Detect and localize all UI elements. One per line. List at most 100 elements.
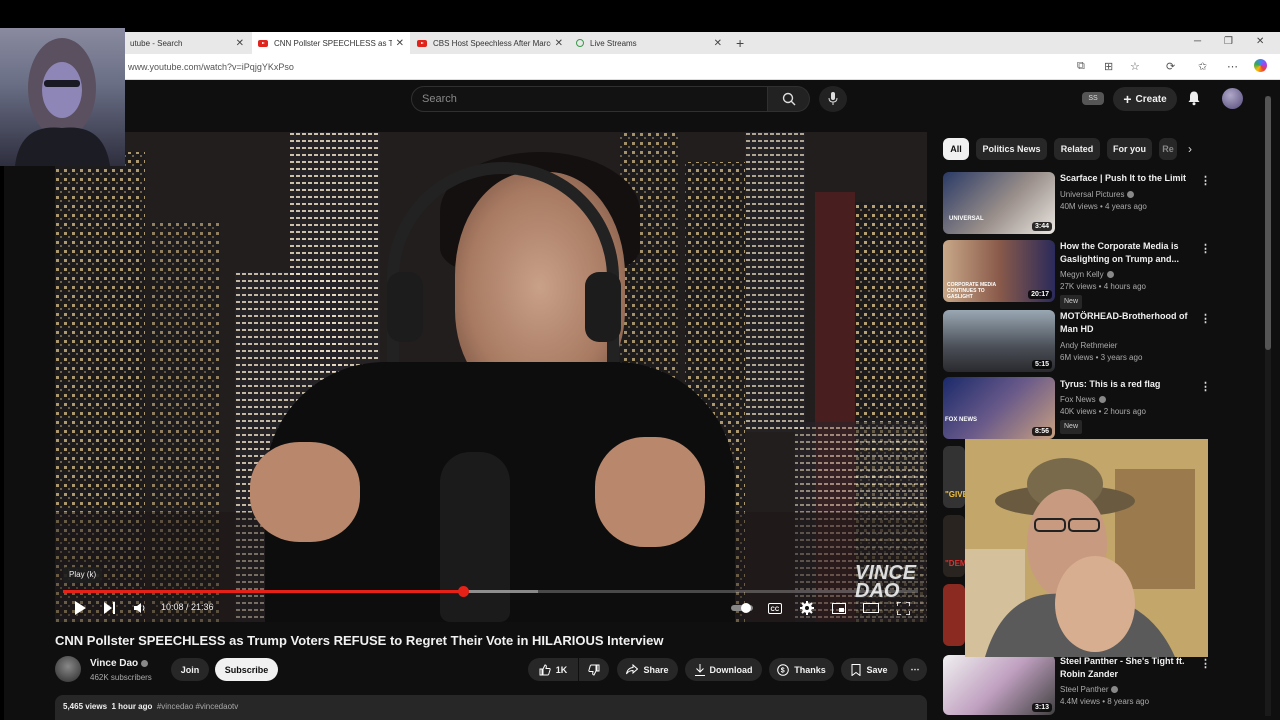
rec-more-icon[interactable]: ⋮ — [1200, 242, 1211, 255]
create-label: Create — [1135, 93, 1167, 105]
close-icon[interactable]: ✕ — [396, 38, 404, 49]
rec-duration: 8:56 — [1031, 427, 1052, 436]
rec-thumbnail[interactable]: UNIVERSAL 3:44 — [943, 172, 1055, 234]
share-button[interactable]: Share — [617, 658, 678, 681]
theater-mode-button[interactable] — [863, 600, 879, 616]
restore-icon[interactable]: ❐ — [1224, 36, 1233, 47]
rec-thumbnail[interactable]: FOX NEWS 8:56 — [943, 377, 1055, 439]
headphone-earcup-left — [387, 272, 423, 342]
chip-politics-news[interactable]: Politics News — [976, 138, 1047, 160]
subscribe-button[interactable]: Subscribe — [215, 658, 278, 681]
new-badge: New — [1060, 295, 1083, 309]
rec-meta: 27K views • 4 hours ago — [1060, 282, 1146, 291]
tab-youtube-search[interactable]: utube - Search ✕ — [124, 32, 250, 54]
rec-channel[interactable]: Fox News — [1060, 395, 1096, 404]
thumb-text: CORPORATE MEDIA CONTINUES TO GASLIGHT — [947, 282, 996, 300]
chevron-right-icon[interactable]: › — [1188, 142, 1192, 156]
rec-more-icon[interactable]: ⋮ — [1200, 380, 1211, 393]
rec-channel[interactable]: Universal Pictures — [1060, 190, 1124, 199]
tab-cbs-host[interactable]: CBS Host Speechless After Marco ✕ — [411, 32, 569, 54]
rec-title[interactable]: MOTÖRHEAD-Brotherhood of Man HD — [1060, 310, 1190, 336]
rec-channel[interactable]: Megyn Kelly — [1060, 270, 1104, 279]
presenter-hand-right — [595, 437, 705, 547]
progress-bar[interactable] — [63, 586, 918, 597]
open-external-icon[interactable]: ⧉ — [1077, 60, 1085, 73]
close-icon[interactable]: ✕ — [236, 38, 244, 49]
copilot-icon[interactable] — [1254, 59, 1267, 72]
volume-button[interactable] — [132, 600, 148, 616]
thumbs-up-icon — [539, 663, 551, 675]
minimize-icon[interactable]: ─ — [1194, 36, 1201, 47]
rec-meta: 40K views • 2 hours ago — [1060, 407, 1146, 416]
chip-all[interactable]: All — [943, 138, 969, 160]
rec-info: Steel Panther 4.4M views • 8 years ago — [1060, 684, 1149, 708]
close-icon[interactable]: ✕ — [555, 38, 563, 49]
chip-related[interactable]: Related — [1054, 138, 1100, 160]
miniplayer-button[interactable] — [831, 600, 847, 616]
rec-more-icon[interactable]: ⋮ — [1200, 657, 1211, 670]
play-button[interactable] — [72, 600, 88, 616]
chip-for-you[interactable]: For you — [1107, 138, 1152, 160]
rec-title[interactable]: How the Corporate Media is Gaslighting o… — [1060, 240, 1190, 266]
dislike-button[interactable] — [579, 658, 609, 681]
window-close-icon[interactable]: ✕ — [1256, 36, 1264, 47]
next-button[interactable] — [102, 600, 118, 616]
rec-title[interactable]: Tyrus: This is a red flag — [1060, 378, 1190, 391]
save-bookmark-icon — [851, 663, 861, 676]
autoplay-toggle[interactable] — [730, 600, 754, 616]
captions-button[interactable]: CC — [767, 600, 783, 616]
rec-duration: 3:13 — [1031, 703, 1052, 712]
channel-name-text: Vince Dao — [90, 658, 139, 669]
page-scrollbar-thumb[interactable] — [1265, 96, 1271, 350]
notifications-bell-icon[interactable] — [1186, 90, 1202, 106]
rec-more-icon[interactable]: ⋮ — [1200, 174, 1211, 187]
rec-thumbnail[interactable]: "DEM — [943, 515, 965, 577]
more-actions-button[interactable]: ⋯ — [903, 658, 927, 681]
thumb-text: "GIVE — [945, 490, 965, 499]
close-icon[interactable]: ✕ — [714, 38, 722, 49]
thanks-button[interactable]: $ Thanks — [769, 658, 834, 681]
new-tab-icon[interactable]: + — [736, 35, 744, 51]
favorites-icon[interactable]: ✩ — [1198, 60, 1207, 73]
rec-thumbnail[interactable]: 3:13 — [943, 655, 1055, 715]
tab-live-streams[interactable]: Live Streams ✕ — [570, 32, 728, 54]
rec-duration: 20:17 — [1028, 290, 1052, 299]
url-field[interactable]: www.youtube.com/watch?v=iPqjgYKxPso — [128, 62, 294, 72]
description-summary: 5,465 views 1 hour ago #vincedao #vinced… — [63, 702, 238, 711]
more-menu-icon[interactable]: ⋯ — [1227, 60, 1238, 73]
like-button[interactable]: 1K — [528, 658, 578, 681]
channel-avatar[interactable] — [55, 656, 81, 682]
fullscreen-button[interactable] — [895, 600, 911, 616]
refresh-icon[interactable]: ⟳ — [1166, 60, 1175, 73]
favorite-star-icon[interactable]: ☆ — [1130, 60, 1140, 73]
rec-more-icon[interactable]: ⋮ — [1200, 312, 1211, 325]
rec-thumbnail[interactable]: 5:15 — [943, 310, 1055, 372]
tab-cnn-pollster[interactable]: CNN Pollster SPEECHLESS as Tru ✕ — [252, 32, 410, 54]
rec-channel[interactable]: Andy Rethmeier — [1060, 340, 1142, 352]
rec-thumbnail[interactable] — [943, 584, 965, 646]
hashtags[interactable]: #vincedao #vincedaotv — [157, 702, 238, 711]
search-button[interactable] — [768, 86, 810, 112]
rec-thumbnail[interactable]: CORPORATE MEDIA CONTINUES TO GASLIGHT 20… — [943, 240, 1055, 302]
app-install-icon[interactable]: ⊞ — [1104, 60, 1113, 73]
download-button[interactable]: Download — [685, 658, 762, 681]
video-player[interactable]: VINCE DAO — [55, 132, 927, 622]
description-box[interactable]: 5,465 views 1 hour ago #vincedao #vinced… — [55, 695, 927, 720]
rec-info: Andy Rethmeier 6M views • 3 years ago — [1060, 340, 1142, 364]
video-title: CNN Pollster SPEECHLESS as Trump Voters … — [55, 633, 664, 648]
voice-search-button[interactable] — [819, 86, 847, 112]
settings-button[interactable] — [799, 600, 815, 616]
channel-name[interactable]: Vince Dao — [90, 658, 149, 669]
share-label: Share — [643, 664, 669, 675]
join-button[interactable]: Join — [171, 658, 209, 681]
profile-badge[interactable]: SS — [1082, 92, 1104, 105]
rec-channel[interactable]: Steel Panther — [1060, 685, 1108, 694]
rec-title[interactable]: Scarface | Push It to the Limit — [1060, 172, 1190, 185]
search-input[interactable]: Search — [411, 86, 768, 112]
chip-recently-uploaded[interactable]: Re — [1159, 138, 1177, 160]
rec-title[interactable]: Steel Panther - She's Tight ft. Robin Za… — [1060, 655, 1190, 681]
create-button[interactable]: + Create — [1113, 87, 1177, 111]
save-button[interactable]: Save — [841, 658, 898, 681]
account-avatar[interactable] — [1222, 88, 1243, 109]
rec-thumbnail[interactable]: "GIVE — [943, 446, 965, 508]
